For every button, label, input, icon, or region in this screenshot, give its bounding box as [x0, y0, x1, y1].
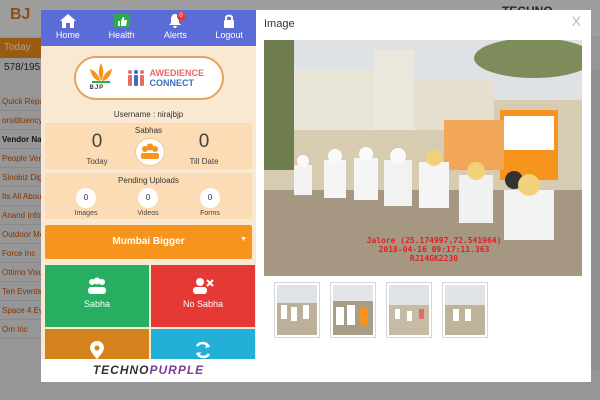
thumbnail-4[interactable] [442, 282, 488, 338]
thumbnail-photo [389, 285, 429, 335]
sabhas-till-date-label: Till Date [189, 157, 219, 166]
pending-forms-label: Forms [200, 210, 220, 217]
nav-home[interactable]: Home [41, 10, 95, 46]
group-icon [88, 277, 106, 294]
photo-geotag-time: 2018-04-16 09:17:11.363 [378, 245, 490, 254]
thumbnail-photo [277, 285, 317, 335]
nav-logout[interactable]: Logout [202, 10, 256, 46]
lotus-icon [89, 63, 112, 83]
lock-icon [224, 14, 235, 28]
pending-images-label: Images [74, 210, 98, 217]
pending-uploads-panel: Pending Uploads 0 Images 0 Videos 0 Form… [45, 173, 252, 219]
technopurple-logo-part2: PURPLE [149, 363, 205, 377]
thumbnail-2[interactable] [330, 282, 376, 338]
close-button[interactable]: X [572, 13, 581, 29]
city-select-value: Mumbai Bigger [112, 236, 185, 247]
pending-videos-label: Videos [137, 210, 159, 217]
sabha-button[interactable]: Sabha [45, 265, 149, 327]
mobile-app-panel: Home Health 0 Alerts Logout BJP AWEDIENC… [41, 10, 256, 382]
top-nav: Home Health 0 Alerts Logout [41, 10, 256, 46]
thumbnail-3[interactable] [386, 282, 432, 338]
nav-logout-label: Logout [215, 30, 243, 40]
alerts-badge: 0 [176, 12, 186, 21]
caret-down-icon: ▼ [240, 236, 247, 243]
nav-health[interactable]: Health [95, 10, 149, 46]
awedience-logo-line1: AWEDIENCE [149, 68, 205, 78]
user-remove-icon [193, 278, 214, 294]
nav-home-label: Home [55, 30, 80, 40]
technopurple-logo: TECHNOPURPLE [41, 359, 256, 382]
pending-videos-count: 0 [138, 188, 158, 208]
pending-images-count: 0 [76, 188, 96, 208]
sabhas-panel: Sabhas 0 Today 0 Till Date [45, 123, 252, 169]
photo-geotag-vehicle: RJ14GK2230 [409, 254, 459, 263]
city-select[interactable]: Mumbai Bigger ▼ [45, 225, 252, 259]
username-label: Username : nirajbjp [113, 110, 184, 119]
main-photo: Jalore (25.174997,72.541964) 2018-04-16 … [264, 40, 582, 276]
thumbnail-photo [333, 285, 373, 335]
awedience-people-icon [127, 70, 144, 86]
sabhas-today-label: Today [86, 157, 108, 166]
nav-alerts-label: Alerts [163, 30, 187, 40]
thumbnail-photo [445, 285, 485, 335]
sabha-button-label: Sabha [83, 299, 111, 309]
sabhas-today-count: 0 [91, 131, 103, 152]
technopurple-logo-part1: TECHNO [92, 363, 150, 377]
no-sabha-button-label: No Sabha [182, 299, 224, 309]
bjp-logo: BJP [86, 61, 116, 95]
home-icon [59, 14, 76, 28]
bjp-logo-text: BJP [89, 85, 105, 91]
image-modal: Image X Jalore (25.174997,72.541964) 201… [256, 10, 591, 382]
photo-geotag-stamp: Jalore (25.174997,72.541964) 2018-04-16 … [354, 236, 514, 263]
pending-forms-count: 0 [200, 188, 220, 208]
brand-logos: BJP AWEDIENCE CONNECT [73, 56, 224, 100]
awedience-logo: AWEDIENCE CONNECT [126, 68, 205, 88]
photo-geotag-location: Jalore (25.174997,72.541964) [366, 236, 502, 245]
location-pin-icon [90, 341, 104, 359]
sabha-group-icon [135, 138, 165, 166]
thumbnail-1[interactable] [274, 282, 320, 338]
no-sabha-button[interactable]: No Sabha [151, 265, 255, 327]
modal-title: Image [264, 18, 295, 30]
thumbs-up-icon [113, 14, 130, 28]
awedience-logo-line2: CONNECT [149, 78, 195, 88]
sync-icon [195, 341, 211, 359]
sabhas-till-date-count: 0 [198, 131, 210, 152]
nav-health-label: Health [108, 30, 135, 40]
nav-alerts[interactable]: 0 Alerts [149, 10, 203, 46]
pending-uploads-title: Pending Uploads [118, 176, 179, 185]
